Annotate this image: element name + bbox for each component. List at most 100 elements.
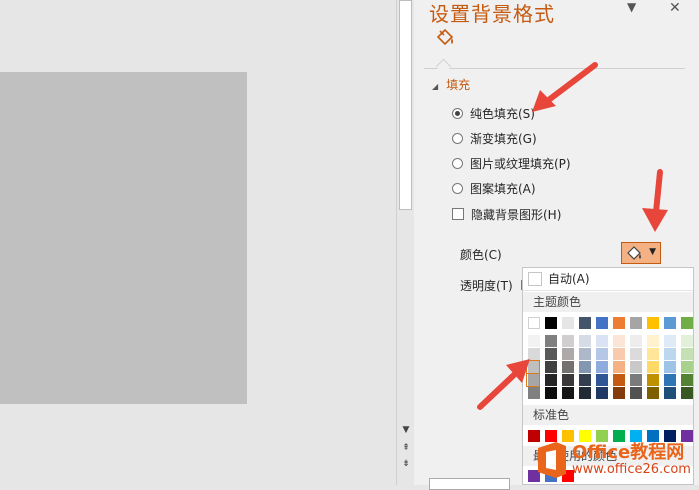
theme-shade-swatch[interactable] (613, 374, 625, 386)
theme-shade-swatch[interactable] (613, 387, 625, 399)
theme-shade-swatch[interactable] (647, 361, 659, 373)
radio-solid-fill[interactable]: 纯色填充(S) (452, 105, 535, 123)
checkbox-label: 隐藏背景图形(H) (471, 208, 562, 222)
chevron-down-icon: ▼ (649, 247, 656, 257)
fill-section-label: 填充 (446, 78, 471, 92)
theme-shade-swatch[interactable] (545, 361, 557, 373)
theme-colors-header: 主题颜色 (523, 292, 693, 312)
theme-color-swatch[interactable] (647, 317, 659, 329)
automatic-label: 自动(A) (548, 272, 590, 286)
theme-shade-swatch[interactable] (579, 374, 591, 386)
collapse-triangle-icon: ◢ (432, 82, 439, 91)
theme-color-swatch[interactable] (579, 317, 591, 329)
theme-shade-swatch[interactable] (579, 348, 591, 360)
theme-color-swatch[interactable] (681, 317, 693, 329)
next-slide-button[interactable]: ⇟ (399, 458, 413, 470)
radio-button-icon (452, 183, 463, 194)
transparency-label: 透明度(T) (460, 279, 513, 293)
annotation-arrow (642, 169, 668, 232)
theme-shade-swatch[interactable] (613, 335, 625, 347)
pane-options-icon[interactable]: ▼ (627, 0, 636, 14)
theme-shade-swatch[interactable] (545, 335, 557, 347)
theme-shade-swatch[interactable] (630, 387, 642, 399)
theme-shade-swatch[interactable] (664, 335, 676, 347)
theme-color-swatch[interactable] (545, 317, 557, 329)
fill-bucket-icon[interactable] (434, 28, 456, 50)
pane-title: 设置背景格式 (429, 2, 555, 26)
checkbox-hide-background[interactable]: 隐藏背景图形(H) (452, 206, 561, 224)
theme-shade-swatch[interactable] (596, 361, 608, 373)
fill-section-header[interactable]: ◢ 填充 (432, 76, 470, 93)
annotation-arrow (532, 62, 598, 112)
theme-shade-swatch[interactable] (613, 348, 625, 360)
theme-shade-swatch[interactable] (647, 387, 659, 399)
theme-color-swatch[interactable] (528, 317, 540, 329)
theme-shade-swatch[interactable] (681, 361, 693, 373)
theme-color-swatch[interactable] (562, 317, 574, 329)
theme-shade-swatch[interactable] (630, 361, 642, 373)
radio-button-icon (452, 108, 463, 119)
theme-shade-swatch[interactable] (647, 335, 659, 347)
checkbox-icon (452, 208, 464, 220)
theme-shade-swatch[interactable] (664, 361, 676, 373)
reset-background-button[interactable] (429, 478, 510, 490)
watermark-url: www.office26.com (572, 462, 691, 477)
radio-button-icon (452, 133, 463, 144)
annotation-arrow (477, 359, 530, 410)
theme-shade-swatch[interactable] (681, 335, 693, 347)
theme-shade-swatch[interactable] (681, 374, 693, 386)
scroll-down-arrow[interactable]: ▼ (399, 424, 413, 436)
theme-color-swatch[interactable] (630, 317, 642, 329)
theme-shade-swatch[interactable] (664, 387, 676, 399)
theme-color-swatch[interactable] (613, 317, 625, 329)
theme-shade-swatch[interactable] (596, 387, 608, 399)
theme-shade-swatch[interactable] (579, 335, 591, 347)
theme-shade-swatch[interactable] (647, 348, 659, 360)
theme-shade-swatch[interactable] (545, 374, 557, 386)
radio-button-icon (452, 158, 463, 169)
prev-slide-button[interactable]: ⇞ (399, 442, 413, 454)
radio-gradient-fill[interactable]: 渐变填充(G) (452, 130, 537, 148)
automatic-color-option[interactable]: 自动(A) (523, 268, 693, 291)
theme-shade-swatch[interactable] (528, 335, 540, 347)
theme-shade-swatch[interactable] (630, 335, 642, 347)
standard-colors-header: 标准色 (523, 405, 693, 425)
theme-shade-swatch[interactable] (562, 348, 574, 360)
watermark-title: Office教程网 (572, 442, 685, 463)
tab-notch (435, 58, 452, 75)
theme-shade-swatch[interactable] (562, 335, 574, 347)
office-logo-icon (538, 442, 566, 478)
theme-color-swatch[interactable] (664, 317, 676, 329)
theme-shade-swatch[interactable] (596, 348, 608, 360)
vertical-scrollbar[interactable]: ▼ ⇞ ⇟ (396, 0, 415, 485)
theme-shade-swatch[interactable] (596, 335, 608, 347)
theme-shade-swatch[interactable] (545, 387, 557, 399)
close-icon[interactable]: ✕ (669, 0, 681, 16)
radio-pattern-fill[interactable]: 图案填充(A) (452, 180, 536, 198)
watermark: Office教程网 www.office26.com (534, 438, 696, 484)
theme-shade-swatch[interactable] (681, 348, 693, 360)
color-picker-button[interactable]: ▼ (621, 242, 661, 264)
theme-shade-swatch[interactable] (647, 374, 659, 386)
theme-shade-swatch[interactable] (664, 348, 676, 360)
radio-label: 渐变填充(G) (470, 132, 537, 146)
theme-shade-swatch[interactable] (630, 348, 642, 360)
theme-shade-swatch[interactable] (613, 361, 625, 373)
theme-shade-swatch[interactable] (579, 387, 591, 399)
theme-shade-swatch[interactable] (562, 387, 574, 399)
theme-shade-swatch[interactable] (545, 348, 557, 360)
radio-picture-fill[interactable]: 图片或纹理填充(P) (452, 155, 571, 173)
radio-label: 图片或纹理填充(P) (470, 157, 571, 171)
slide-thumbnail[interactable] (0, 72, 247, 404)
scrollbar-thumb[interactable] (399, 0, 412, 210)
theme-shade-swatch[interactable] (630, 374, 642, 386)
theme-shade-swatch[interactable] (681, 387, 693, 399)
theme-shade-swatch[interactable] (596, 374, 608, 386)
theme-shade-swatch[interactable] (664, 374, 676, 386)
theme-color-swatch[interactable] (596, 317, 608, 329)
theme-shade-swatch[interactable] (562, 374, 574, 386)
slide-canvas (0, 0, 396, 485)
radio-label: 纯色填充(S) (470, 107, 535, 121)
theme-shade-swatch[interactable] (562, 361, 574, 373)
theme-shade-swatch[interactable] (579, 361, 591, 373)
